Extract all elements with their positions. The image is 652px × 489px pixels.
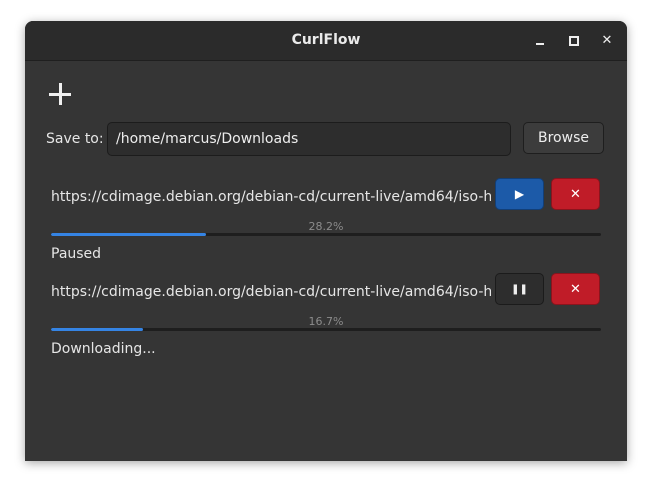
- download-item: https://cdimage.debian.org/debian-cd/cur…: [25, 273, 627, 363]
- add-download-button[interactable]: [47, 81, 75, 109]
- download-url: https://cdimage.debian.org/debian-cd/cur…: [51, 284, 491, 300]
- app-window: CurlFlow ✕ Save to: Browse https://cdima…: [25, 21, 627, 461]
- pause-button[interactable]: ❚❚: [495, 273, 544, 305]
- progress-fill: [51, 328, 143, 331]
- progress-bar: [51, 233, 601, 236]
- maximize-icon: [569, 36, 579, 46]
- save-path-input[interactable]: [107, 122, 511, 156]
- close-icon: ✕: [601, 33, 613, 48]
- plus-icon-stroke: [58, 83, 62, 105]
- save-to-label: Save to:: [46, 131, 104, 147]
- close-window-button[interactable]: ✕: [597, 31, 617, 51]
- cancel-download-button[interactable]: ✕: [551, 273, 600, 305]
- main-content: Save to: Browse https://cdimage.debian.o…: [25, 61, 627, 461]
- download-item: https://cdimage.debian.org/debian-cd/cur…: [25, 178, 627, 268]
- download-status: Downloading...: [51, 341, 156, 357]
- close-icon: ✕: [570, 186, 581, 202]
- progress-percent: 28.2%: [308, 220, 344, 233]
- close-icon: ✕: [570, 281, 581, 297]
- resume-button[interactable]: ▶: [495, 178, 544, 210]
- progress-fill: [51, 233, 207, 236]
- cancel-download-button[interactable]: ✕: [551, 178, 600, 210]
- progress-percent: 16.7%: [308, 315, 344, 328]
- title-bar[interactable]: CurlFlow ✕: [25, 21, 627, 61]
- minimize-button[interactable]: [530, 31, 550, 51]
- pause-icon: ❚❚: [511, 283, 528, 295]
- browse-button[interactable]: Browse: [523, 122, 604, 154]
- progress-bar: [51, 328, 601, 331]
- maximize-button[interactable]: [564, 31, 584, 51]
- download-url: https://cdimage.debian.org/debian-cd/cur…: [51, 189, 491, 205]
- play-icon: ▶: [514, 187, 525, 201]
- minimize-icon: [536, 43, 544, 45]
- download-status: Paused: [51, 246, 102, 262]
